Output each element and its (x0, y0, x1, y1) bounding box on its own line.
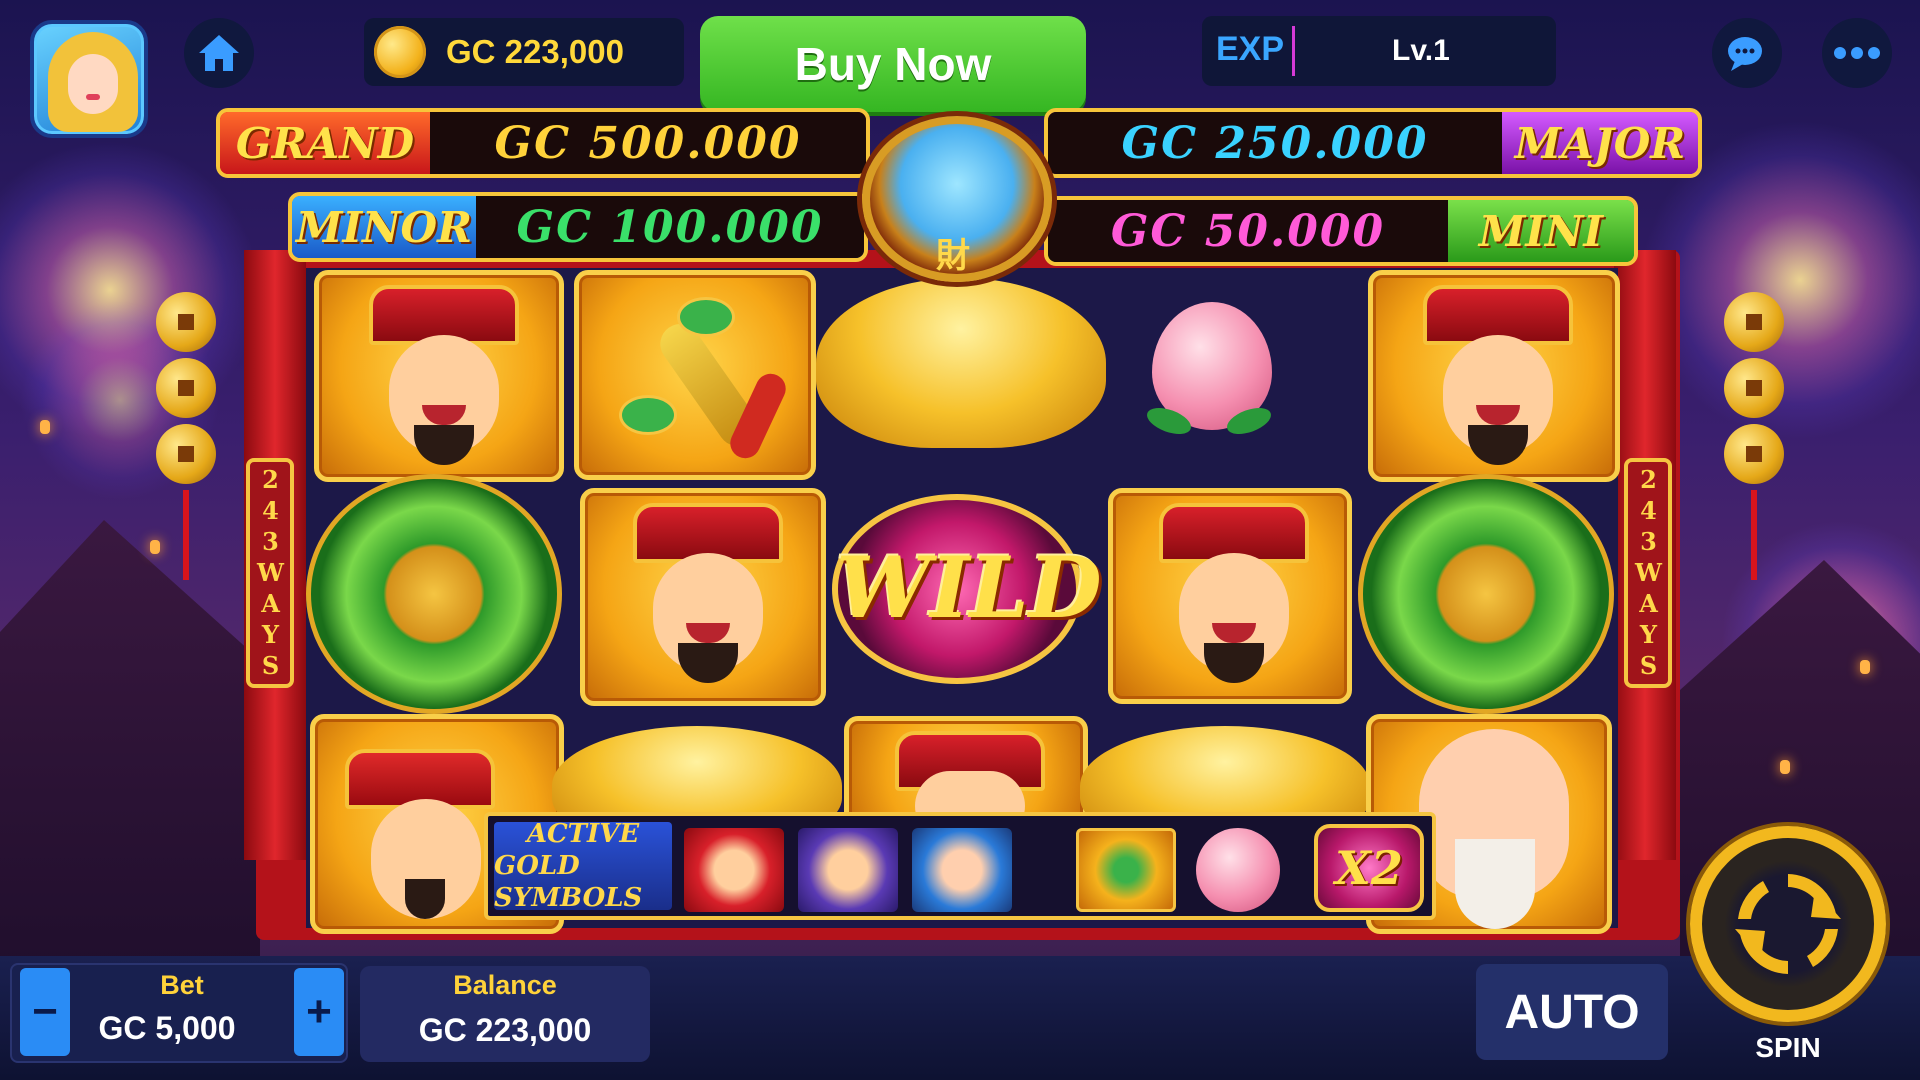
ways-plaque-text: 243WAYS (256, 464, 285, 682)
mini-ruyi-icon (1076, 828, 1176, 912)
jackpot-grand-value: GC 500.000 (430, 112, 866, 174)
sky-lantern (40, 420, 50, 434)
coin-charm-icon (1724, 358, 1784, 418)
jackpot-mini-value: GC 50.000 (1048, 200, 1448, 262)
coin-charm-icon (156, 358, 216, 418)
exp-label: EXP (1216, 30, 1285, 68)
exp-progress-divider (1292, 26, 1295, 76)
active-label-line2: GOLD SYMBOLS (494, 851, 643, 913)
symbol-fortune-god (314, 270, 564, 482)
coin-charm-icon (156, 292, 216, 352)
multiplier-x2-badge: X2 (1314, 824, 1424, 912)
ways-plaque-text: 243WAYS (1634, 464, 1663, 682)
coin-charm-icon (156, 424, 216, 484)
ways-plaque-right: 243WAYS (1624, 458, 1672, 688)
home-icon (199, 35, 239, 71)
gold-coin-balance: GC 223,000 (364, 18, 684, 86)
jackpot-mini-tag: MINI (1448, 200, 1634, 262)
jackpot-grand-tag: GRAND (220, 112, 430, 174)
decrease-bet-button[interactable]: − (20, 968, 70, 1056)
symbol-fortune-god (1108, 488, 1352, 704)
jackpot-minor-tag: MINOR (292, 196, 476, 258)
red-tassel (1751, 490, 1757, 580)
symbol-jade-disc (306, 474, 562, 714)
coin-charm-icon (1724, 292, 1784, 352)
fortune-character-icon: 財 (936, 237, 970, 275)
jackpot-major: GC 250.000 MAJOR (1044, 108, 1702, 178)
more-icon (1834, 47, 1880, 59)
more-button[interactable] (1822, 18, 1892, 88)
mini-longevity-god-icon (912, 828, 1012, 912)
gold-coin-icon (374, 26, 426, 78)
symbol-fortune-god (1368, 270, 1620, 482)
mini-fortune-god-icon (684, 828, 784, 912)
mini-purple-god-icon (798, 828, 898, 912)
active-gold-symbols-label: ACTIVE GOLD SYMBOLS (494, 819, 672, 913)
jackpot-mini: GC 50.000 MINI (1044, 196, 1638, 266)
spin-arrows-icon (1735, 874, 1841, 974)
level-label: Lv.1 (1392, 34, 1450, 67)
red-tassel (183, 490, 189, 580)
jackpot-minor-value: GC 100.000 (476, 196, 864, 258)
top-bar: GC 223,000 Buy Now EXP Lv.1 (0, 0, 1920, 138)
symbol-jade-disc (1358, 474, 1614, 714)
jackpot-major-value: GC 250.000 (1048, 112, 1502, 174)
hanging-coins-left (156, 292, 226, 580)
fortune-medallion: 財 (862, 116, 1052, 282)
wild-label: WILD (836, 538, 1102, 637)
jackpot-minor: MINOR GC 100.000 (288, 192, 868, 262)
coin-charm-icon (1724, 424, 1784, 484)
exp-bar: EXP Lv.1 (1202, 16, 1556, 86)
spin-button[interactable] (1690, 826, 1886, 1022)
symbol-fortune-god (580, 488, 826, 706)
gc-balance-text: GC 223,000 (446, 33, 624, 70)
sky-lantern (1860, 660, 1870, 674)
spin-label: SPIN (1755, 1032, 1821, 1063)
active-gold-symbols-strip: ACTIVE GOLD SYMBOLS X2 (484, 812, 1436, 920)
jackpot-grand: GRAND GC 500.000 (216, 108, 870, 178)
increase-bet-button[interactable]: + (294, 968, 344, 1056)
mini-peach-icon (1196, 828, 1280, 912)
symbol-ruyi-scepter (574, 270, 816, 480)
home-button[interactable] (184, 18, 254, 88)
hanging-coins-right (1724, 292, 1794, 580)
chat-icon (1728, 37, 1762, 71)
player-avatar[interactable] (30, 20, 148, 138)
symbol-gold-ingot (816, 278, 1106, 448)
balance-label: Balance (453, 970, 557, 1000)
jackpot-major-tag: MAJOR (1502, 112, 1698, 174)
sky-lantern (1780, 760, 1790, 774)
buy-now-button[interactable]: Buy Now (700, 16, 1086, 112)
bet-value: GC 5,000 (98, 1010, 236, 1046)
chat-button[interactable] (1712, 18, 1782, 88)
balance-value: GC 223,000 (418, 1012, 592, 1048)
active-label-line1: ACTIVE (526, 819, 640, 849)
bet-label: Bet (160, 970, 204, 1000)
ways-plaque-left: 243WAYS (246, 458, 294, 688)
auto-spin-button[interactable]: AUTO (1476, 964, 1668, 1060)
